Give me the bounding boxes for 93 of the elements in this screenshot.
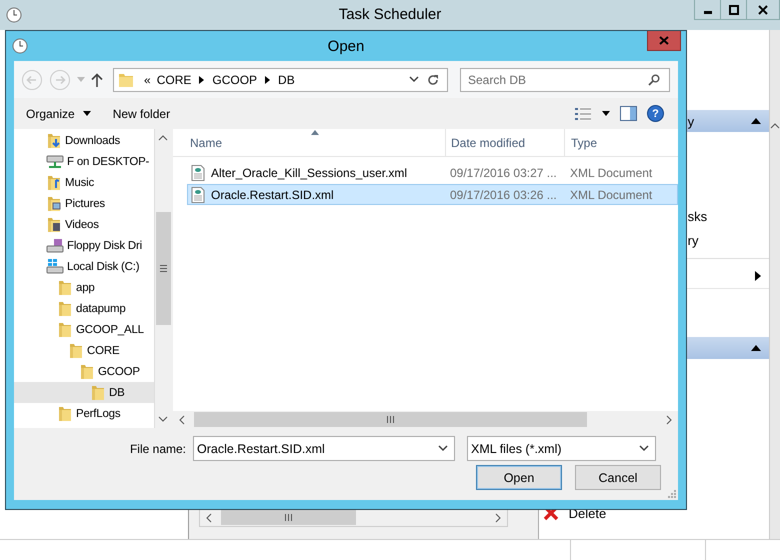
- file-row[interactable]: Alter_Oracle_Kill_Sessions_user.xml 09/17/2016 03:27 ... XML Document: [187, 162, 678, 183]
- tree-item[interactable]: DB: [14, 382, 154, 403]
- breadcrumb[interactable]: GCOOP: [212, 72, 258, 86]
- breadcrumb-arrow-icon[interactable]: [199, 76, 204, 84]
- action-item[interactable]: sks: [688, 208, 708, 224]
- file-name: Oracle.Restart.SID.xml: [211, 188, 334, 202]
- scroll-left-icon[interactable]: [178, 414, 186, 424]
- scroll-up-icon[interactable]: [158, 134, 168, 142]
- submenu-arrow-icon[interactable]: [755, 271, 762, 281]
- xml-file-icon: [191, 164, 205, 180]
- file-name: Alter_Oracle_Kill_Sessions_user.xml: [211, 166, 408, 180]
- dialog-button[interactable]: Open: [476, 465, 562, 490]
- folder-icon: [46, 216, 62, 232]
- folder-icon: [46, 132, 62, 148]
- tree-item[interactable]: Downloads: [14, 130, 154, 151]
- window-title: Task Scheduler: [338, 6, 442, 23]
- folder-icon: [118, 72, 134, 88]
- tree-item[interactable]: Videos: [14, 214, 154, 235]
- column-header[interactable]: Type: [565, 129, 598, 156]
- maximize-icon: [728, 4, 738, 14]
- dialog-title: Open: [328, 38, 364, 55]
- refresh-icon[interactable]: [427, 74, 439, 86]
- search-field[interactable]: Search DB: [460, 68, 670, 92]
- disk-drive-icon: [46, 258, 64, 274]
- file-date: 09/17/2016 03:26 ...: [450, 188, 558, 202]
- close-button[interactable]: [746, 0, 780, 20]
- file-date: 09/17/2016 03:27 ...: [450, 166, 558, 180]
- action-item[interactable]: ry: [688, 232, 698, 248]
- tree-item[interactable]: Local Disk (C:): [14, 256, 154, 277]
- tree-item[interactable]: GCOOP_ALL: [14, 319, 154, 340]
- folder-icon: [46, 196, 62, 212]
- breadcrumb[interactable]: CORE: [156, 72, 192, 86]
- tree-item[interactable]: Floppy Disk Dri: [14, 235, 154, 256]
- minimize-button[interactable]: [694, 0, 721, 20]
- folder-icon: [57, 406, 73, 422]
- tree-item[interactable]: F on DESKTOP-: [14, 151, 154, 172]
- file-type: XML Document: [570, 188, 652, 202]
- dialog-button[interactable]: Cancel: [575, 465, 661, 490]
- tree-item[interactable]: Music: [14, 172, 154, 193]
- column-header[interactable]: Date modified: [446, 129, 565, 156]
- chevron-down-icon[interactable]: [438, 445, 448, 452]
- tree-item[interactable]: PerfLogs: [14, 403, 154, 424]
- breadcrumb-arrow-icon[interactable]: [265, 76, 270, 84]
- scroll-down-icon[interactable]: [158, 415, 168, 423]
- horizontal-scrollbar[interactable]: [173, 411, 678, 428]
- dropdown-icon: [82, 111, 91, 116]
- file-type-dropdown[interactable]: XML files (*.xml): [467, 436, 656, 461]
- folder-icon: [57, 300, 73, 316]
- folder-icon: [79, 364, 95, 380]
- resize-grip-icon[interactable]: [666, 488, 676, 498]
- minimize-icon: [704, 10, 712, 14]
- folder-icon: [46, 174, 62, 190]
- scroll-left-icon[interactable]: [204, 512, 213, 522]
- search-icon: [648, 74, 660, 86]
- floppy-drive-icon: [46, 238, 64, 254]
- preview-pane-icon[interactable]: [620, 106, 637, 121]
- folder-icon: [57, 280, 73, 296]
- dropdown-icon[interactable]: [602, 111, 610, 116]
- close-icon: [659, 36, 669, 45]
- folder-icon: [90, 384, 106, 400]
- network-drive-icon: [46, 154, 64, 170]
- view-options-icon[interactable]: [574, 106, 592, 120]
- breadcrumb[interactable]: DB: [278, 72, 295, 86]
- scroll-up-icon[interactable]: [770, 122, 780, 130]
- close-icon: [758, 4, 768, 14]
- column-header[interactable]: Name: [173, 129, 446, 156]
- file-type: XML Document: [570, 166, 652, 180]
- up-arrow-icon[interactable]: [91, 72, 103, 86]
- file-row[interactable]: Oracle.Restart.SID.xml 09/17/2016 03:26 ... XML Document: [187, 184, 678, 205]
- folder-icon: [57, 322, 73, 338]
- clock-icon: [6, 7, 22, 23]
- address-bar[interactable]: « CORE GCOOP DB: [113, 68, 448, 92]
- tree-item[interactable]: GCOOP: [14, 361, 154, 382]
- folder-icon: [68, 342, 84, 358]
- tree-item[interactable]: datapump: [14, 298, 154, 319]
- chevron-down-icon: [639, 445, 649, 452]
- scroll-right-icon[interactable]: [665, 414, 673, 424]
- file-name-field[interactable]: Oracle.Restart.SID.xml: [193, 436, 455, 461]
- tree-item[interactable]: app: [14, 277, 154, 298]
- clock-icon: [12, 38, 28, 54]
- collapse-caret-icon[interactable]: [751, 118, 762, 124]
- tree-item[interactable]: CORE: [14, 340, 154, 361]
- xml-file-icon: [191, 186, 205, 202]
- help-icon[interactable]: ?: [647, 105, 664, 122]
- chevron-down-icon[interactable]: [409, 76, 419, 83]
- collapse-caret-icon[interactable]: [751, 345, 762, 351]
- sort-arrow-icon: [311, 130, 319, 135]
- overflow-chevrons[interactable]: «: [144, 72, 151, 86]
- scroll-right-icon[interactable]: [494, 512, 502, 522]
- new-folder-button[interactable]: New folder: [106, 104, 176, 124]
- organize-menu[interactable]: Organize: [20, 104, 97, 124]
- tree-item[interactable]: Pictures: [14, 193, 154, 214]
- file-name-label: File name:: [128, 442, 187, 456]
